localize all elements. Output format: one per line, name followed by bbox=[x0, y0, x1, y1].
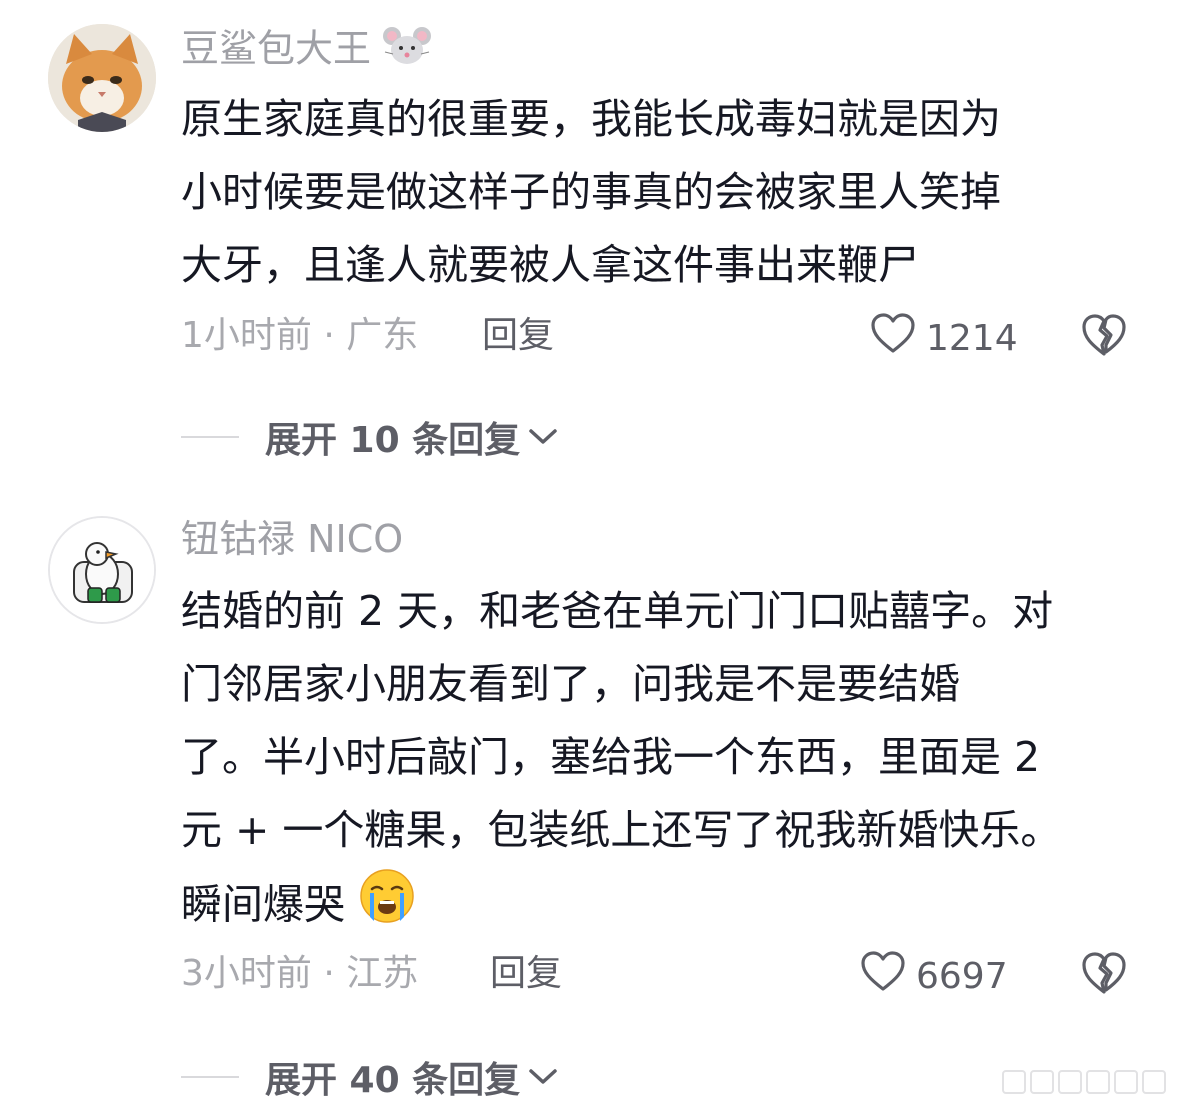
comment-meta: 3小时前 · 江苏 bbox=[181, 953, 419, 994]
like-button[interactable]: 6697 bbox=[860, 950, 1008, 1003]
like-count: 1214 bbox=[926, 317, 1018, 359]
mouse-face-icon bbox=[383, 24, 432, 78]
divider bbox=[181, 1076, 239, 1078]
comment-text: 原生家庭真的很重要，我能长成毒妇就是因为 小时候要是做这样子的事真的会被家里人笑… bbox=[181, 83, 1141, 302]
reply-button[interactable]: 回复 bbox=[482, 314, 554, 358]
dislike-button[interactable] bbox=[1080, 312, 1128, 360]
comment-line: 元 + 一个糖果，包装纸上还写了祝我新婚快乐。 bbox=[181, 806, 1062, 854]
comment-line: 门邻居家小朋友看到了，问我是不是要结婚 bbox=[181, 660, 960, 708]
goose-avatar-image bbox=[50, 518, 154, 622]
crying-face-icon bbox=[358, 867, 416, 948]
comment-line: 瞬间爆哭 bbox=[181, 867, 1141, 948]
username[interactable]: 豆鲨包大王 bbox=[181, 24, 432, 78]
comment-line: 大牙，且逢人就要被人拿这件事出来鞭尸 bbox=[181, 241, 919, 289]
username[interactable]: 钮钴禄 NICO bbox=[181, 516, 403, 562]
chevron-down-icon bbox=[529, 429, 557, 444]
reply-button[interactable]: 回复 bbox=[490, 952, 562, 996]
cat-avatar-image bbox=[48, 24, 156, 132]
watermark bbox=[1001, 1067, 1171, 1097]
dislike-button[interactable] bbox=[1080, 950, 1128, 998]
like-button[interactable]: 1214 bbox=[870, 312, 1018, 365]
broken-heart-icon bbox=[1082, 952, 1126, 994]
comment-line: 小时候要是做这样子的事真的会被家里人笑掉 bbox=[181, 168, 1001, 216]
comment-meta: 1小时前 · 广东 bbox=[181, 315, 419, 356]
expand-replies-button[interactable]: 展开 10 条回复 bbox=[181, 412, 560, 462]
comment-line: 了。半小时后敲门，塞给我一个东西，里面是 2 bbox=[181, 733, 1041, 781]
heart-outline-icon bbox=[860, 950, 906, 1003]
heart-outline-icon bbox=[870, 312, 916, 365]
comment-line: 结婚的前 2 天，和老爸在单元门门口贴囍字。对 bbox=[181, 587, 1054, 635]
broken-heart-icon bbox=[1082, 314, 1126, 356]
comment-line: 原生家庭真的很重要，我能长成毒妇就是因为 bbox=[181, 95, 1001, 143]
avatar[interactable] bbox=[48, 24, 156, 132]
divider bbox=[181, 436, 239, 438]
chevron-down-icon bbox=[529, 1069, 557, 1084]
avatar[interactable] bbox=[48, 516, 156, 624]
like-count: 6697 bbox=[916, 955, 1008, 997]
comment-text: 结婚的前 2 天，和老爸在单元门门口贴囍字。对 门邻居家小朋友看到了，问我是不是… bbox=[181, 575, 1141, 948]
expand-replies-button[interactable]: 展开 40 条回复 bbox=[181, 1052, 560, 1102]
